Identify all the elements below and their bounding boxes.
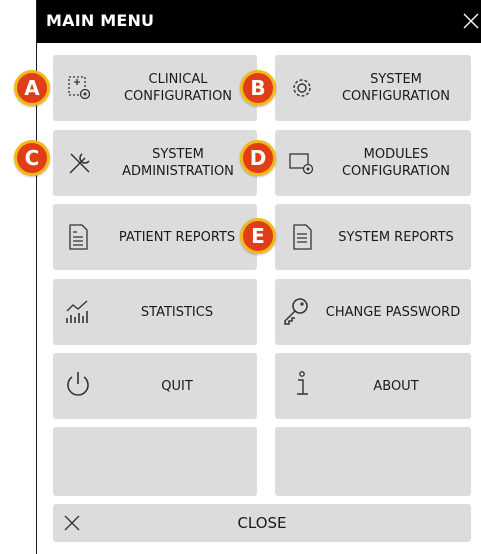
wrench-screwdriver-icon [69, 153, 90, 174]
annotation-badge-e: E [240, 218, 276, 254]
annotation-badge-b: B [240, 70, 276, 106]
system-administration-button[interactable]: SYSTEM ADMINISTRATION [53, 130, 257, 196]
power-icon [67, 372, 89, 396]
tile-label: MODULES CONFIGURATION [341, 147, 451, 179]
menu-title: MAIN MENU [46, 11, 155, 30]
tile-label: SYSTEM CONFIGURATION [341, 72, 451, 104]
statistics-icon [66, 300, 88, 323]
system-configuration-button[interactable]: SYSTEM CONFIGURATION [275, 55, 471, 121]
tile-label: SYSTEM ADMINISTRATION [122, 147, 234, 179]
info-icon [297, 371, 308, 395]
modules-config-icon [289, 153, 314, 175]
tile-label: PATIENT REPORTS [118, 229, 236, 245]
tile-label: ABOUT [373, 378, 419, 394]
patient-reports-button[interactable]: PATIENT REPORTS [53, 204, 257, 270]
modules-configuration-button[interactable]: MODULES CONFIGURATION [275, 130, 471, 196]
menu-titlebar: MAIN MENU [37, 0, 481, 43]
tile-label: QUIT [161, 378, 193, 394]
close-button[interactable]: CLOSE [53, 504, 471, 542]
tile-label: SYSTEM REPORTS [338, 229, 454, 245]
empty-tile [53, 427, 257, 496]
close-label: CLOSE [237, 514, 287, 532]
annotation-badge-c: C [14, 140, 50, 176]
system-reports-button[interactable]: SYSTEM REPORTS [275, 204, 471, 270]
close-icon[interactable] [460, 10, 481, 32]
clinical-config-icon [68, 76, 91, 100]
change-password-button[interactable]: CHANGE PASSWORD [275, 279, 471, 345]
tile-label: STATISTICS [140, 304, 214, 320]
tile-label: CHANGE PASSWORD [325, 304, 461, 320]
tile-label: CLINICAL CONFIGURATION [123, 72, 233, 104]
statistics-button[interactable]: STATISTICS [53, 279, 257, 345]
system-config-gear-icon [293, 79, 311, 97]
quit-button[interactable]: QUIT [53, 353, 257, 419]
annotation-badge-d: D [240, 140, 276, 176]
annotation-badge-a: A [14, 70, 50, 106]
clinical-configuration-button[interactable]: CLINICAL CONFIGURATION [53, 55, 257, 121]
system-report-icon [293, 224, 312, 250]
about-button[interactable]: ABOUT [275, 353, 471, 419]
empty-tile [275, 427, 471, 496]
patient-report-icon [69, 224, 88, 250]
key-icon [284, 298, 308, 325]
